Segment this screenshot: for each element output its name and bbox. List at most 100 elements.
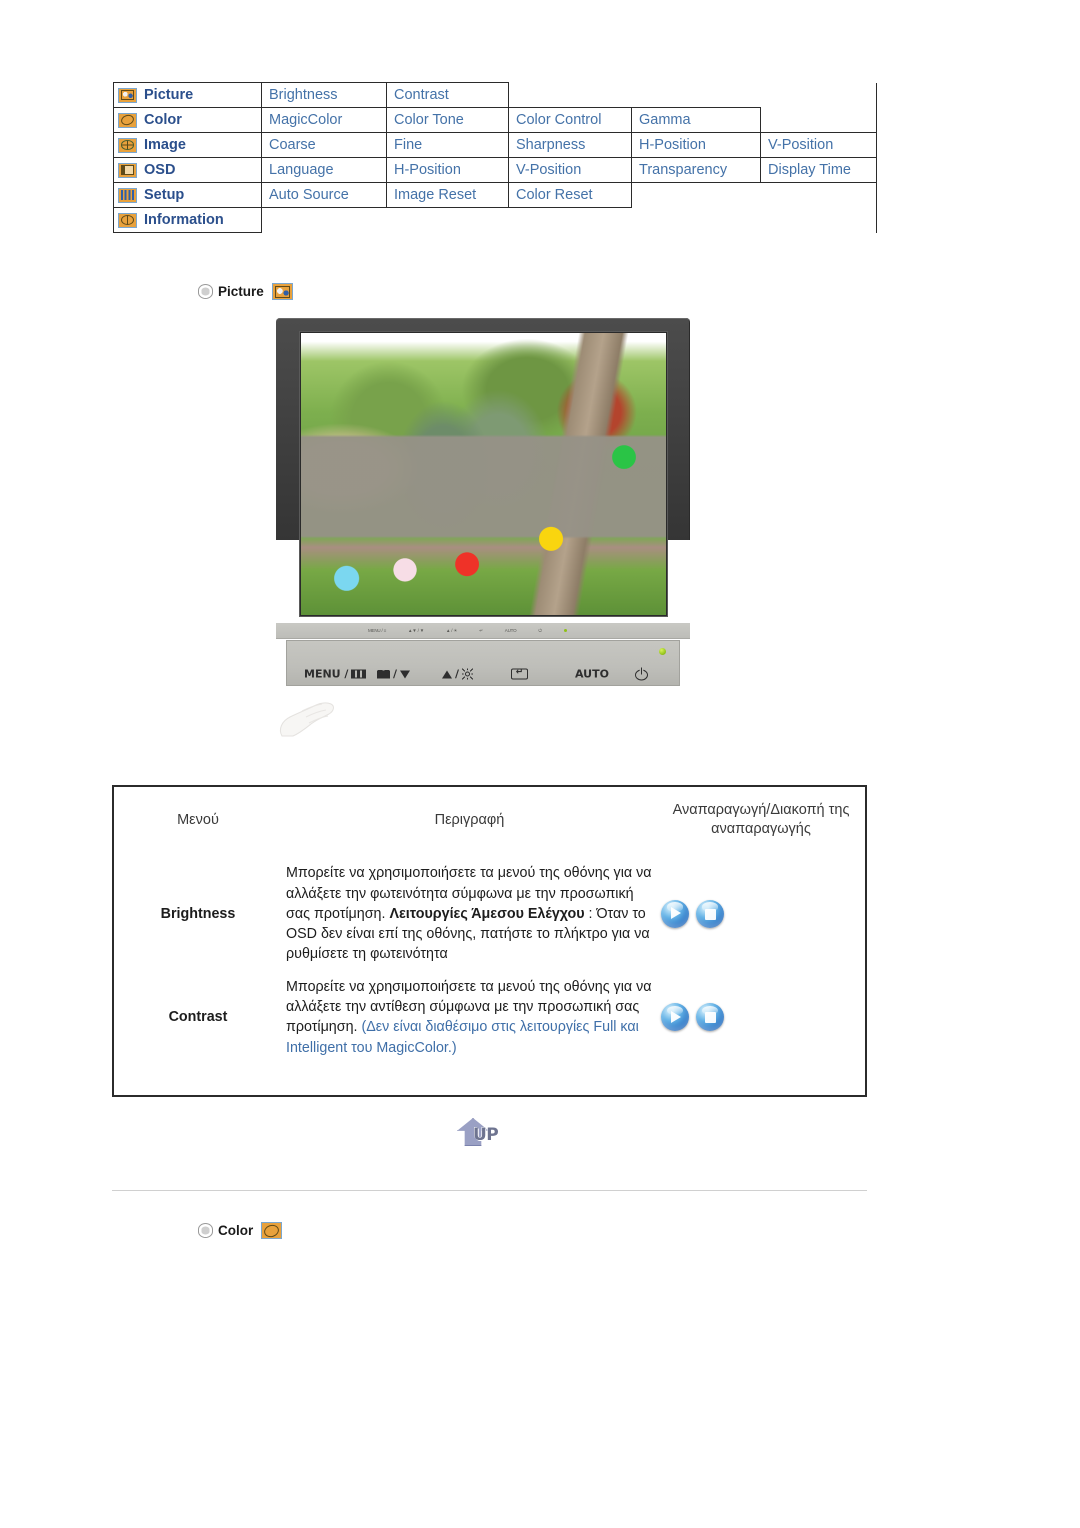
description-table: Μενού Περιγραφή Αναπαραγωγή/Διακοπή της …	[112, 785, 867, 1097]
osd-category-label: Information	[144, 212, 224, 228]
osd-empty-cell	[632, 83, 761, 108]
osd-category-label: Setup	[144, 187, 185, 203]
osd-item-h-position[interactable]: H-Position	[631, 132, 761, 158]
osd-category-label: Picture	[144, 87, 194, 103]
osd-row-osd: OSD Language H-Position V-Position Trans…	[113, 157, 877, 183]
osd-item-brightness[interactable]: Brightness	[261, 82, 387, 108]
section-heading-picture: Picture	[198, 283, 293, 300]
arrow-up-icon	[442, 670, 452, 678]
bezel-legend-power: ⏻	[538, 628, 542, 633]
osd-item-coarse[interactable]: Coarse	[261, 132, 387, 158]
osd-item-v-position[interactable]: V-Position	[760, 132, 877, 158]
osd-category-setup[interactable]: Setup	[113, 182, 262, 208]
bezel-legend-auto: AUTO	[504, 628, 517, 633]
menu-button-label: MENU /	[304, 667, 349, 681]
osd-category-color[interactable]: Color	[113, 107, 262, 133]
osd-category-osd[interactable]: OSD	[113, 157, 262, 183]
description-row-contrast: Contrast Μπορείτε να χρησιμοποιήσετε τα …	[114, 971, 865, 1064]
column-header-description: Περιγραφή	[434, 811, 505, 828]
column-header-menu: Μενού	[177, 811, 219, 828]
power-button[interactable]	[635, 667, 648, 681]
play-orb-icon[interactable]	[661, 899, 689, 928]
section-heading-color: Color	[198, 1222, 283, 1239]
osd-empty-cell	[760, 107, 877, 133]
row-description-contrast: Μπορείτε να χρησιμοποιήσετε τα μενού της…	[282, 971, 657, 1064]
color-icon	[118, 112, 137, 128]
section-heading-label: Picture	[218, 284, 264, 299]
picture-icon	[271, 283, 293, 300]
auto-button-label: AUTO	[575, 667, 609, 681]
osd-row-picture: Picture Brightness Contrast	[113, 82, 877, 108]
row-controls-brightness	[657, 857, 865, 970]
osd-empty-cell	[509, 83, 632, 108]
color-icon	[261, 1222, 283, 1239]
osd-item-h-position[interactable]: H-Position	[386, 157, 509, 183]
enter-icon	[511, 668, 528, 680]
osd-empty-cell	[387, 208, 509, 233]
osd-item-v-position[interactable]: V-Position	[508, 157, 632, 183]
auto-button[interactable]: AUTO	[575, 668, 609, 681]
setup-icon	[118, 187, 137, 203]
osd-empty-cell	[760, 207, 877, 233]
description-row-brightness: Brightness Μπορείτε να χρησιμοποιήσετε τ…	[114, 857, 865, 970]
brightness-sun-icon	[462, 669, 473, 680]
osd-icon	[118, 162, 137, 178]
osd-item-color-tone[interactable]: Color Tone	[386, 107, 509, 133]
osd-category-label: Color	[144, 112, 182, 128]
osd-category-label: OSD	[144, 162, 176, 178]
monitor-illustration: MENU / ≡ ▲▼ / ▼ ▲ / ☀ ↵ AUTO ⏻ MENU / / …	[276, 318, 690, 737]
brightness-button-label: /	[455, 667, 460, 681]
menu-button[interactable]: MENU /	[304, 667, 367, 681]
play-orb-icon[interactable]	[661, 1003, 689, 1032]
osd-item-color-control[interactable]: Color Control	[508, 107, 632, 133]
brightness-up-button[interactable]: /	[442, 668, 473, 681]
menu-bars-icon	[351, 669, 367, 679]
osd-row-image: Image Coarse Fine Sharpness H-Position V…	[113, 132, 877, 158]
osd-category-information[interactable]: Information	[113, 207, 262, 233]
bezel-button-legend: MENU / ≡ ▲▼ / ▼ ▲ / ☀ ↵ AUTO ⏻	[276, 623, 690, 638]
bezel-legend-brightness: ▲ / ☀	[445, 627, 458, 633]
osd-item-language[interactable]: Language	[261, 157, 387, 183]
osd-item-contrast[interactable]: Contrast	[386, 82, 509, 108]
magicbright-down-button[interactable]: /	[377, 668, 411, 681]
monitor-screen	[299, 331, 668, 617]
osd-item-transparency[interactable]: Transparency	[631, 157, 761, 183]
osd-category-picture[interactable]: Picture	[113, 82, 262, 108]
osd-row-information: Information	[113, 207, 877, 233]
osd-item-sharpness[interactable]: Sharpness	[508, 132, 632, 158]
monitor-control-panel: MENU / / / AUTO	[286, 640, 680, 686]
monitor-bezel-strip: MENU / ≡ ▲▼ / ▼ ▲ / ☀ ↵ AUTO ⏻	[276, 623, 690, 639]
picture-icon	[118, 87, 137, 103]
row-controls-contrast	[657, 971, 865, 1064]
osd-category-label: Image	[144, 137, 186, 153]
up-button[interactable]: UP	[457, 1118, 515, 1150]
description-table-header-row: Μενού Περιγραφή Αναπαραγωγή/Διακοπή της …	[114, 787, 865, 857]
osd-menu-table: Picture Brightness Contrast Color MagicC…	[113, 82, 877, 233]
row-description-brightness: Μπορείτε να χρησιμοποιήσετε τα μενού της…	[282, 857, 657, 970]
osd-empty-cell	[760, 182, 877, 208]
stop-orb-icon[interactable]	[695, 899, 724, 928]
osd-item-image-reset[interactable]: Image Reset	[386, 182, 509, 208]
osd-empty-cell	[632, 208, 761, 233]
bezel-led-icon	[563, 629, 567, 632]
osd-empty-cell	[632, 183, 761, 208]
osd-item-auto-source[interactable]: Auto Source	[261, 182, 387, 208]
row-menu-name-brightness: Brightness	[160, 905, 236, 922]
garden-photo	[301, 333, 666, 615]
osd-item-gamma[interactable]: Gamma	[631, 107, 761, 133]
enter-button[interactable]	[511, 668, 528, 680]
row-menu-name-contrast: Contrast	[168, 1009, 228, 1026]
up-button-label: UP	[473, 1125, 499, 1145]
osd-empty-cell	[760, 82, 877, 108]
osd-item-fine[interactable]: Fine	[386, 132, 509, 158]
stop-orb-icon[interactable]	[695, 1003, 724, 1032]
information-icon	[118, 212, 137, 228]
bezel-legend-menu: MENU / ≡	[368, 628, 387, 633]
bezel-legend-magicbright: ▲▼ / ▼	[408, 628, 424, 633]
osd-item-magiccolor[interactable]: MagicColor	[261, 107, 387, 133]
bezel-legend-enter: ↵	[479, 627, 483, 633]
osd-item-color-reset[interactable]: Color Reset	[508, 182, 632, 208]
osd-item-display-time[interactable]: Display Time	[760, 157, 877, 183]
bullet-hexagon-icon	[198, 284, 213, 299]
osd-category-image[interactable]: Image	[113, 132, 262, 158]
